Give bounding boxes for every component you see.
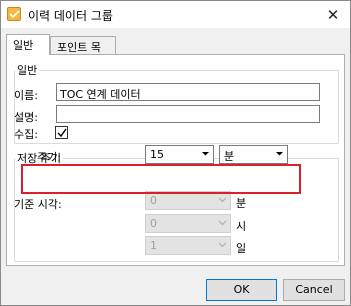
name-field[interactable]: TOC 연계 데이터 bbox=[56, 83, 320, 101]
base-day-value: 1 bbox=[150, 239, 157, 252]
chevron-down-icon bbox=[218, 220, 227, 226]
close-icon[interactable]: ✕ bbox=[316, 1, 350, 28]
base-day-select[interactable]: 1 bbox=[145, 236, 231, 255]
base-hour-unit: 시 bbox=[236, 220, 247, 233]
base-minute-unit: 분 bbox=[236, 197, 247, 210]
period-highlight-box bbox=[21, 164, 301, 194]
title-bar: 이력 데이터 그룹 ✕ bbox=[1, 1, 350, 28]
tab-point-list[interactable]: 포인트 목록 bbox=[50, 36, 116, 70]
period-value: 15 bbox=[150, 148, 164, 161]
period-unit-select[interactable]: 분 bbox=[219, 145, 288, 164]
description-field[interactable] bbox=[56, 105, 320, 123]
checkmark-icon bbox=[57, 128, 67, 138]
cancel-button[interactable]: Cancel bbox=[283, 279, 345, 301]
collect-label: 수집: bbox=[14, 128, 38, 141]
period-label: 주기: bbox=[37, 151, 61, 164]
tab-general[interactable]: 일반 bbox=[6, 34, 50, 55]
window-title: 이력 데이터 그룹 bbox=[28, 9, 113, 23]
collect-checkbox[interactable] bbox=[55, 126, 68, 139]
base-time-label: 기준 시각: bbox=[14, 198, 62, 211]
chevron-down-icon bbox=[218, 197, 227, 203]
general-group-label: 일반 bbox=[15, 62, 40, 78]
base-hour-value: 0 bbox=[150, 217, 157, 230]
chevron-down-icon bbox=[218, 242, 227, 248]
app-icon bbox=[7, 7, 21, 21]
chevron-down-icon bbox=[202, 152, 209, 156]
tab-panel: 일반 이름: TOC 연계 데이터 설명: 수집: 저장 주기 주기: 15 분… bbox=[6, 54, 345, 266]
period-value-select[interactable]: 15 bbox=[145, 145, 214, 164]
base-minute-value: 0 bbox=[150, 194, 157, 207]
dialog-window: 이력 데이터 그룹 ✕ 포인트 목록 일반 일반 이름: TOC 연계 데이터 … bbox=[0, 0, 351, 306]
ok-button[interactable]: OK bbox=[206, 279, 277, 301]
description-label: 설명: bbox=[14, 111, 38, 124]
period-unit: 분 bbox=[224, 150, 235, 163]
name-label: 이름: bbox=[14, 89, 38, 102]
base-hour-select[interactable]: 0 bbox=[145, 214, 231, 233]
base-day-unit: 일 bbox=[236, 242, 247, 255]
chevron-down-icon bbox=[276, 152, 283, 156]
